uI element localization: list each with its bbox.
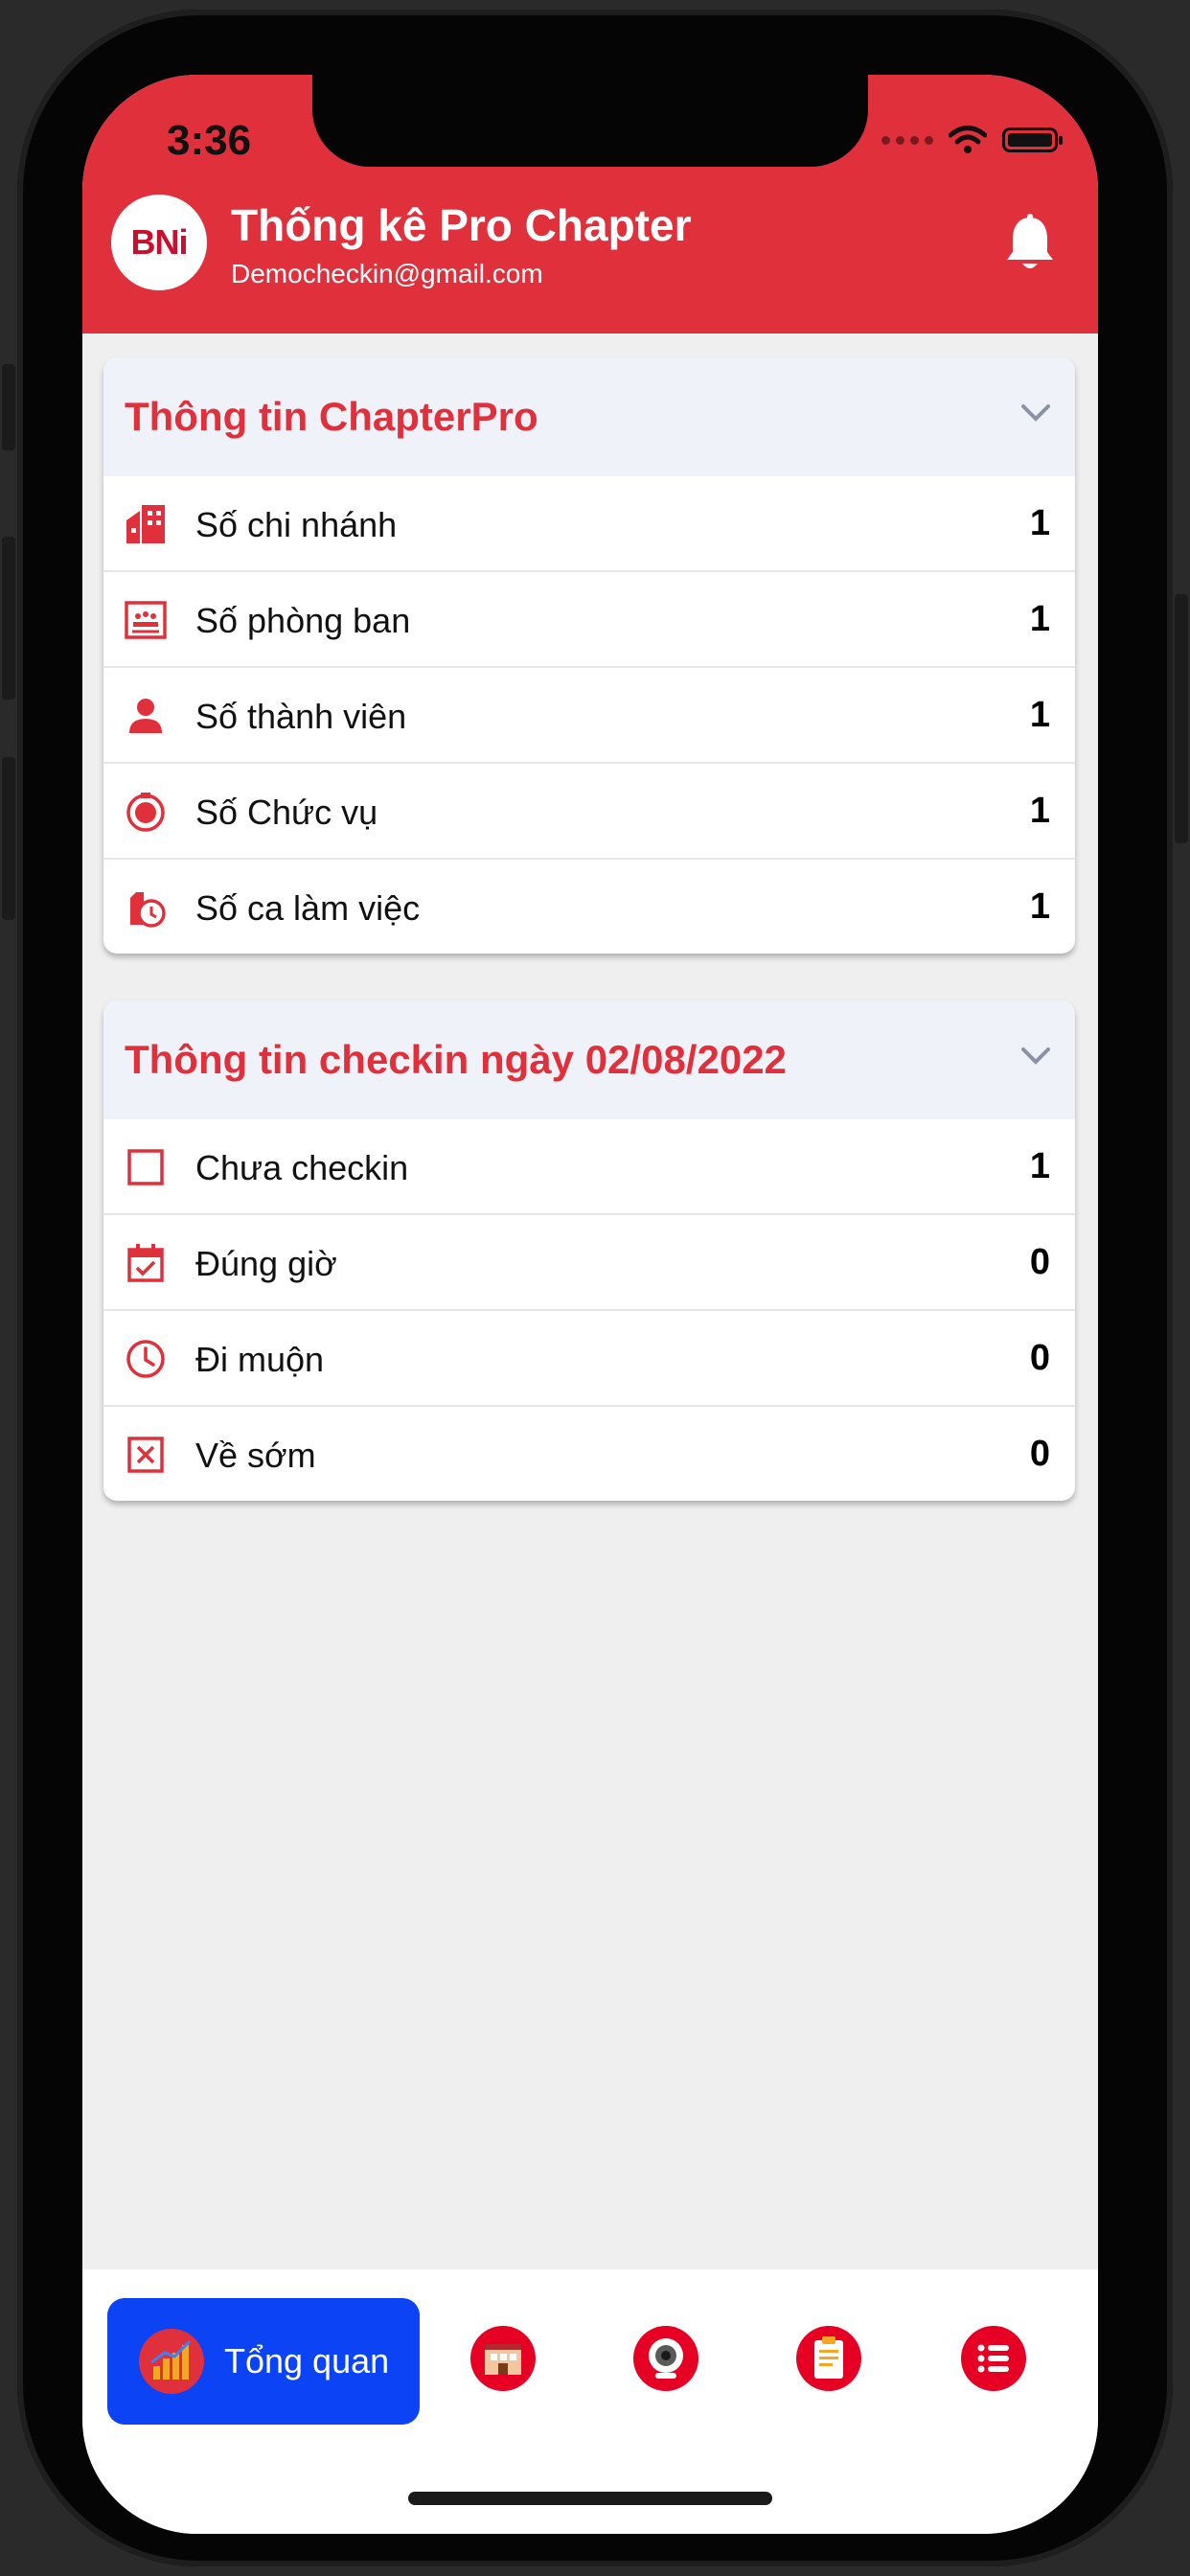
tab-overview[interactable]: Tổng quan	[107, 2298, 420, 2425]
office-icon[interactable]	[469, 2325, 537, 2392]
list-item: Chưa checkin 1	[103, 1119, 1075, 1213]
list-item: Đi muộn 0	[103, 1309, 1075, 1405]
row-label: Đi muộn	[195, 1340, 325, 1379]
status-icons	[881, 125, 1063, 155]
row-value: 1	[1029, 791, 1050, 831]
list-item: Số phòng ban 1	[103, 570, 1075, 666]
shift-clock-icon	[130, 892, 166, 928]
chevron-down-icon[interactable]	[1019, 1045, 1052, 1068]
buildings-icon	[126, 505, 165, 543]
webcam-icon[interactable]	[632, 2325, 699, 2392]
status-time: 3:36	[167, 117, 252, 164]
row-label: Về sớm	[195, 1436, 316, 1475]
overview-chart-icon	[139, 2329, 204, 2394]
row-value: 1	[1029, 695, 1050, 735]
row-value: 0	[1029, 1434, 1050, 1474]
battery-icon	[1002, 127, 1063, 152]
app-header: 3:36 BNi Thống kê Pro Chapter Demochecki…	[82, 75, 1098, 334]
row-label: Đúng giờ	[195, 1244, 337, 1283]
row-value: 0	[1029, 1242, 1050, 1282]
row-value: 1	[1029, 503, 1050, 543]
chapter-info-title: Thông tin ChapterPro	[125, 394, 538, 439]
volume-up-button	[2, 537, 15, 700]
app-screen: 3:36 BNi Thống kê Pro Chapter Demochecki…	[82, 75, 1098, 2534]
row-label: Chưa checkin	[195, 1148, 409, 1187]
x-square-icon	[127, 1437, 164, 1473]
notch	[312, 75, 868, 167]
list-item: Số ca làm việc 1	[103, 858, 1075, 954]
chapter-info-header[interactable]: Thông tin ChapterPro	[103, 357, 1075, 476]
row-label: Số Chức vụ	[195, 793, 378, 832]
user-email: Democheckin@gmail.com	[231, 259, 543, 288]
signal-icon	[881, 135, 933, 145]
empty-square-icon	[127, 1149, 164, 1185]
list-icon[interactable]	[960, 2325, 1027, 2392]
volume-down-button	[2, 757, 15, 920]
row-value: 1	[1029, 599, 1050, 639]
list-item: Đúng giờ 0	[103, 1213, 1075, 1309]
bell-icon[interactable]	[1004, 214, 1056, 275]
clock-icon	[126, 1340, 165, 1378]
row-label: Số phòng ban	[195, 601, 411, 640]
list-item: Số chi nhánh 1	[103, 476, 1075, 570]
list-item: Số thành viên 1	[103, 666, 1075, 762]
home-indicator[interactable]	[408, 2492, 772, 2505]
page-title: Thống kê Pro Chapter	[231, 200, 692, 250]
bni-logo: BNi	[111, 195, 207, 290]
row-value: 1	[1029, 886, 1050, 927]
badge-icon	[126, 793, 165, 832]
person-icon	[129, 699, 162, 733]
row-label: Số ca làm việc	[195, 888, 421, 928]
chevron-down-icon[interactable]	[1019, 402, 1052, 425]
chapter-info-card: Thông tin ChapterPro Số chi nhánh 1 Số p…	[103, 357, 1075, 954]
mute-switch	[2, 364, 15, 450]
tab-overview-label: Tổng quan	[224, 2341, 390, 2380]
calendar-check-icon	[127, 1244, 164, 1282]
clipboard-icon[interactable]	[795, 2325, 862, 2392]
list-item: Số Chức vụ 1	[103, 762, 1075, 858]
row-label: Số thành viên	[195, 697, 407, 736]
row-value: 1	[1029, 1146, 1050, 1186]
power-button	[1175, 594, 1188, 843]
list-item: Về sớm 0	[103, 1405, 1075, 1501]
checkin-info-card: Thông tin checkin ngày 02/08/2022 Chưa c…	[103, 1000, 1075, 1501]
meeting-room-icon	[125, 601, 167, 639]
row-label: Số chi nhánh	[195, 505, 398, 544]
row-value: 0	[1029, 1338, 1050, 1378]
wifi-icon	[949, 126, 987, 153]
checkin-info-header[interactable]: Thông tin checkin ngày 02/08/2022	[103, 1000, 1075, 1119]
checkin-info-title: Thông tin checkin ngày 02/08/2022	[125, 1037, 787, 1082]
